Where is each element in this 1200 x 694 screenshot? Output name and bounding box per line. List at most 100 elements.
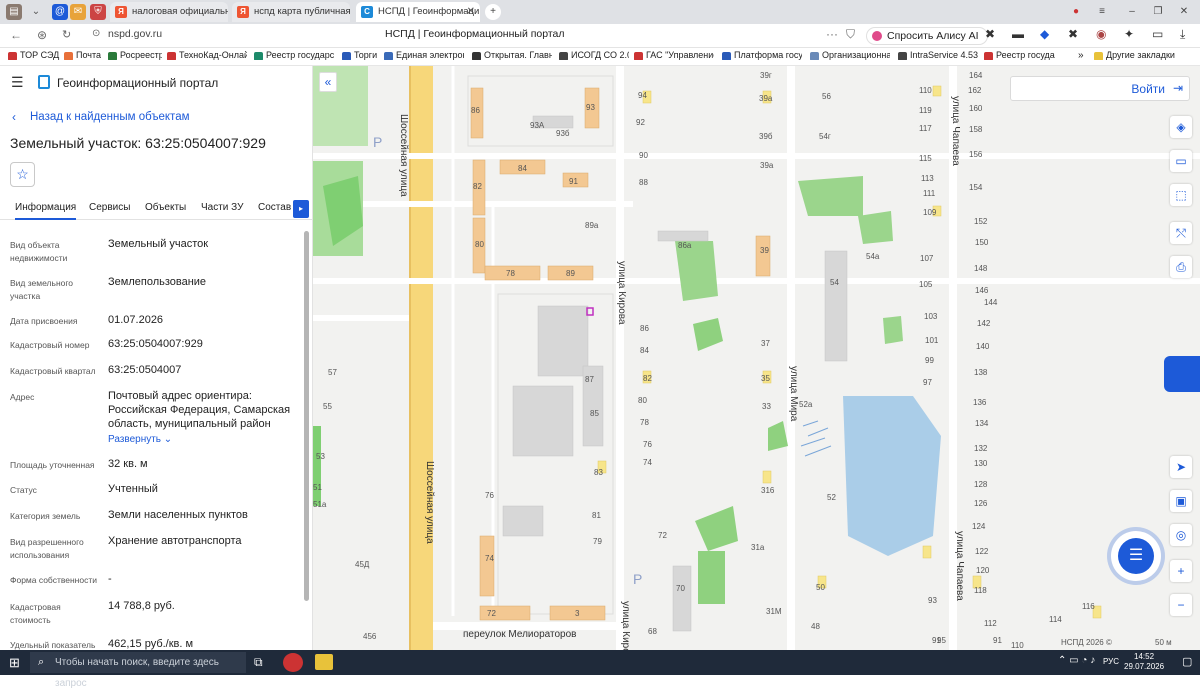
language-indicator[interactable]: РУС (1103, 657, 1119, 666)
close-window-icon[interactable]: ✕ (1176, 4, 1192, 20)
back-to-results-link[interactable]: Назад к найденным объектам (30, 111, 190, 123)
share-icon[interactable]: ⤲ (1170, 222, 1192, 244)
bookmark-item[interactable]: Росреестр (108, 50, 162, 60)
clock[interactable]: 14:52 29.07.2026 (1124, 652, 1164, 672)
minimap-icon[interactable]: ▣ (1170, 490, 1192, 512)
tab-objects[interactable]: Объекты (145, 202, 186, 213)
chevron-left-icon[interactable]: ‹ (12, 110, 16, 124)
bookmark-item[interactable]: ТОР СЭД (8, 50, 62, 60)
back-icon[interactable]: ← (10, 28, 22, 42)
other-bookmarks[interactable]: Другие закладки (1094, 50, 1198, 60)
alisa-button[interactable]: Спросить Алису AI (866, 27, 988, 45)
minimize-icon[interactable]: – (1124, 4, 1140, 20)
maximize-icon[interactable]: ❐ (1150, 4, 1166, 20)
buildings-yellow (597, 85, 1102, 619)
extension-icon[interactable]: ✖ (1068, 27, 1078, 41)
extension-icon[interactable]: ✖ (985, 27, 995, 41)
house-number-label: 316 (761, 486, 775, 495)
expand-address-link[interactable]: Развернуть ⌄ (108, 434, 172, 445)
bookmark-item[interactable]: Платформа госуд (722, 50, 802, 60)
puzzle-icon[interactable]: ✦ (1124, 27, 1134, 41)
ruler-icon[interactable]: ▭ (1170, 150, 1192, 172)
house-number-label: 85 (590, 409, 599, 418)
chat-button[interactable]: ☰ (1111, 531, 1161, 581)
panel-scrollbar[interactable] (304, 231, 309, 601)
bookmark-item[interactable]: ИСОГД СО 2.0 (559, 50, 629, 60)
favorite-star-icon[interactable]: ☆ (10, 162, 35, 187)
bookmark-item[interactable]: Единая электрон (384, 50, 464, 60)
collapse-panel-button[interactable]: « (319, 72, 337, 92)
house-number-label: 95 (937, 636, 946, 645)
layers-icon[interactable]: ◈ (1170, 116, 1192, 138)
bookmark-icon[interactable]: ⛉ (846, 27, 855, 42)
login-button[interactable]: Войти (1131, 82, 1165, 96)
more-bookmarks-icon[interactable]: » (1078, 50, 1084, 61)
tab-information[interactable]: Информация (15, 202, 77, 220)
tab-nspd-portal[interactable]: С НСПД | Геоинформаци ✕ (356, 2, 480, 22)
tab-parts[interactable]: Части ЗУ (201, 202, 243, 213)
tab-composition[interactable]: Состав (258, 202, 291, 213)
house-number-label: 56 (822, 92, 831, 101)
hamburger-menu-icon[interactable]: ☰ (11, 74, 24, 91)
profile-icon[interactable]: ● (1068, 4, 1084, 20)
nspd-icon: С (361, 6, 373, 18)
pond (843, 396, 941, 556)
taskbar: ⊞ ⌕ Чтобы начать поиск, введите здесь за… (0, 650, 1200, 689)
bookmark-item[interactable]: Реестр государст (254, 50, 334, 60)
street-label: Шоссейная улица (398, 114, 409, 197)
tray-icons[interactable]: ⌃ ▭ ◔ ♪ (1058, 655, 1095, 666)
map-canvas (313, 66, 1200, 650)
bookmark-item[interactable]: Реестр госуда (984, 50, 1064, 60)
map-view[interactable]: Шоссейная улица Шоссейная улица улица Ки… (313, 66, 1200, 650)
house-number-label: 76 (485, 491, 494, 500)
chevron-right-icon[interactable]: ▸ (293, 200, 309, 218)
chat-icon: ☰ (1118, 538, 1154, 574)
house-number-label: 126 (974, 499, 988, 508)
extension-icon[interactable]: ◉ (1096, 27, 1106, 41)
chevron-down-icon[interactable]: ⌄ (28, 4, 44, 20)
bookmark-item[interactable]: Открытая. Главна (472, 50, 552, 60)
house-number-label: 88 (639, 178, 648, 187)
refresh-icon[interactable]: ↻ (62, 28, 71, 41)
taskbar-search[interactable]: ⌕ Чтобы начать поиск, введите здесь запр… (30, 652, 246, 689)
house-number-label: 115 (919, 154, 932, 163)
bookmark-item[interactable]: ГАС "Управление (634, 50, 714, 60)
bookmark-item[interactable]: Торги (342, 50, 378, 60)
extension-icon[interactable]: ◆ (1040, 27, 1049, 41)
mail-icon[interactable]: ✉ (70, 4, 86, 20)
url-field[interactable]: nspd.gov.ru (108, 28, 162, 40)
bookmark-item[interactable]: ТехноКад-Онлайн (167, 50, 247, 60)
more-icon[interactable]: ··· (826, 27, 838, 41)
select-area-icon[interactable]: ⬚ (1170, 184, 1192, 206)
task-view-icon[interactable]: ⧉ (254, 655, 263, 670)
bookmark-item[interactable]: Почта (64, 50, 104, 60)
print-icon[interactable]: ⎙ (1170, 256, 1192, 278)
bookmark-item[interactable]: Организационна (810, 50, 890, 60)
feedback-icon[interactable] (1164, 356, 1200, 392)
navigate-icon[interactable]: ➤ (1170, 456, 1192, 478)
field-value: Учтенный (108, 483, 158, 495)
house-number-label: 89а (585, 221, 599, 230)
download-icon[interactable]: ⤓ (1180, 27, 1185, 42)
zoom-out-button[interactable]: − (1170, 594, 1192, 616)
new-tab-button[interactable]: + (485, 4, 501, 20)
park-area (693, 318, 723, 351)
yandex-logo-icon[interactable]: ⊛ (37, 28, 47, 42)
zoom-in-button[interactable]: + (1170, 560, 1192, 582)
extension-icon[interactable]: ▬ (1012, 27, 1024, 41)
tab-tax[interactable]: Я налоговая официальный (110, 2, 228, 22)
browser-menu-icon[interactable]: ▤ (6, 4, 22, 20)
file-explorer-icon[interactable] (315, 654, 333, 670)
menu-icon[interactable]: ≡ (1094, 4, 1110, 20)
bookmark-item[interactable]: IntraService 4.53.1 (898, 50, 978, 60)
yandex-browser-icon[interactable] (283, 653, 303, 672)
tab-services[interactable]: Сервисы (89, 202, 130, 213)
geolocation-icon[interactable]: ◎ (1170, 524, 1192, 546)
browser-app-icon[interactable]: @ (52, 4, 68, 20)
notifications-icon[interactable]: ▢ (1182, 655, 1192, 668)
tab-nspd-search[interactable]: Я нспд карта публичная ка (232, 2, 350, 22)
extension-icon[interactable]: ▭ (1152, 27, 1163, 41)
shield-icon[interactable]: ⛨ (90, 4, 106, 20)
windows-start-icon[interactable]: ⊞ (9, 655, 20, 671)
close-icon[interactable]: ✕ (467, 2, 475, 22)
